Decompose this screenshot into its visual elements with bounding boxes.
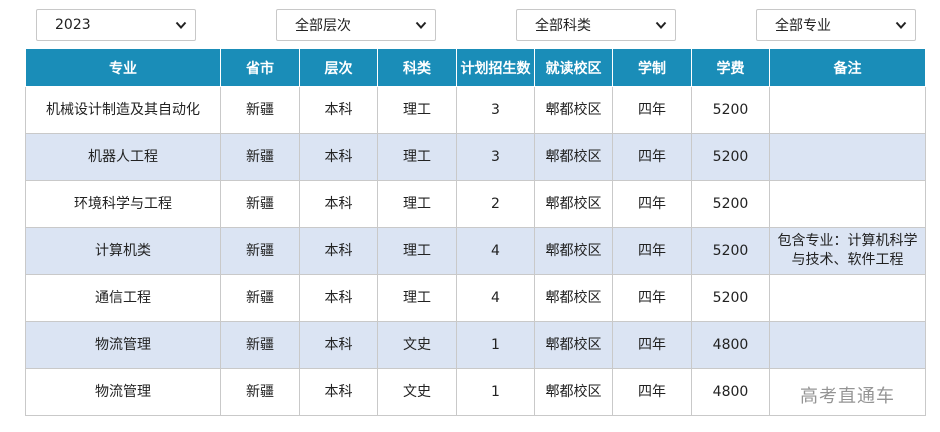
header-province: 省市 — [220, 48, 300, 87]
cell-province: 新疆 — [220, 180, 300, 228]
cell-category: 理工 — [377, 86, 457, 134]
table-header-row: 专业 省市 层次 科类 计划招生数 就读校区 学制 学费 备注 — [25, 48, 926, 87]
cell-category: 文史 — [377, 321, 457, 369]
table-row: 机器人工程 新疆 本科 理工 3 郫都校区 四年 5200 — [25, 133, 926, 181]
cell-campus: 郫都校区 — [534, 274, 613, 322]
cell-notes — [769, 180, 926, 228]
cell-duration: 四年 — [612, 368, 692, 416]
cell-plan-count: 3 — [456, 86, 535, 134]
table-row: 通信工程 新疆 本科 理工 4 郫都校区 四年 5200 — [25, 274, 926, 322]
chevron-down-icon — [175, 21, 187, 29]
cell-campus: 郫都校区 — [534, 180, 613, 228]
cell-category: 文史 — [377, 368, 457, 416]
year-select[interactable]: 2023 — [36, 9, 196, 41]
cell-major: 物流管理 — [25, 368, 221, 416]
chevron-down-icon — [415, 21, 427, 29]
major-select[interactable]: 全部专业 — [756, 9, 916, 41]
watermark: 高考直通车 — [800, 386, 895, 407]
cell-major: 机械设计制造及其自动化 — [25, 86, 221, 134]
cell-campus: 郫都校区 — [534, 227, 613, 275]
cell-level: 本科 — [299, 274, 378, 322]
cell-category: 理工 — [377, 227, 457, 275]
cell-tuition: 5200 — [691, 133, 770, 181]
cell-tuition: 5200 — [691, 274, 770, 322]
cell-duration: 四年 — [612, 86, 692, 134]
cell-tuition: 4800 — [691, 368, 770, 416]
cell-province: 新疆 — [220, 274, 300, 322]
major-select-value: 全部专业 — [775, 18, 831, 34]
cell-duration: 四年 — [612, 133, 692, 181]
header-notes: 备注 — [769, 48, 926, 87]
cell-level: 本科 — [299, 180, 378, 228]
cell-duration: 四年 — [612, 227, 692, 275]
cell-level: 本科 — [299, 133, 378, 181]
year-select-value: 2023 — [55, 17, 91, 33]
cell-plan-count: 3 — [456, 133, 535, 181]
cell-tuition: 4800 — [691, 321, 770, 369]
cell-campus: 郫都校区 — [534, 86, 613, 134]
table-row: 物流管理 新疆 本科 文史 1 郫都校区 四年 4800 — [25, 321, 926, 369]
table-row: 环境科学与工程 新疆 本科 理工 2 郫都校区 四年 5200 — [25, 180, 926, 228]
cell-duration: 四年 — [612, 180, 692, 228]
category-select-value: 全部科类 — [535, 18, 591, 34]
table-row: 计算机类 新疆 本科 理工 4 郫都校区 四年 5200 包含专业：计算机科学与… — [25, 227, 926, 275]
cell-major: 物流管理 — [25, 321, 221, 369]
cell-category: 理工 — [377, 274, 457, 322]
table-row: 机械设计制造及其自动化 新疆 本科 理工 3 郫都校区 四年 5200 — [25, 86, 926, 134]
cell-major: 环境科学与工程 — [25, 180, 221, 228]
cell-province: 新疆 — [220, 227, 300, 275]
cell-duration: 四年 — [612, 321, 692, 369]
cell-province: 新疆 — [220, 133, 300, 181]
cell-level: 本科 — [299, 227, 378, 275]
cell-province: 新疆 — [220, 86, 300, 134]
cell-major: 机器人工程 — [25, 133, 221, 181]
cell-province: 新疆 — [220, 368, 300, 416]
filter-bar: 2023 全部层次 全部科类 全部专业 — [0, 0, 940, 48]
cell-duration: 四年 — [612, 274, 692, 322]
enrollment-plan-table: 专业 省市 层次 科类 计划招生数 就读校区 学制 学费 备注 机械设计制造及其… — [25, 48, 926, 416]
cell-level: 本科 — [299, 321, 378, 369]
header-major: 专业 — [25, 48, 221, 87]
cell-plan-count: 4 — [456, 227, 535, 275]
cell-province: 新疆 — [220, 321, 300, 369]
cell-plan-count: 1 — [456, 368, 535, 416]
header-level: 层次 — [299, 48, 378, 87]
cell-campus: 郫都校区 — [534, 321, 613, 369]
cell-major: 通信工程 — [25, 274, 221, 322]
header-duration: 学制 — [612, 48, 692, 87]
level-select[interactable]: 全部层次 — [276, 9, 436, 41]
cell-notes — [769, 274, 926, 322]
cell-tuition: 5200 — [691, 86, 770, 134]
cell-tuition: 5200 — [691, 227, 770, 275]
header-tuition: 学费 — [691, 48, 770, 87]
cell-campus: 郫都校区 — [534, 368, 613, 416]
cell-notes — [769, 133, 926, 181]
cell-plan-count: 2 — [456, 180, 535, 228]
header-campus: 就读校区 — [534, 48, 613, 87]
cell-category: 理工 — [377, 133, 457, 181]
cell-level: 本科 — [299, 368, 378, 416]
cell-notes: 包含专业：计算机科学与技术、软件工程 — [769, 227, 926, 275]
table-row: 物流管理 新疆 本科 文史 1 郫都校区 四年 4800 — [25, 368, 926, 416]
cell-major: 计算机类 — [25, 227, 221, 275]
cell-level: 本科 — [299, 86, 378, 134]
chevron-down-icon — [895, 21, 907, 29]
cell-notes — [769, 86, 926, 134]
cell-campus: 郫都校区 — [534, 133, 613, 181]
cell-tuition: 5200 — [691, 180, 770, 228]
cell-notes — [769, 321, 926, 369]
chevron-down-icon — [655, 21, 667, 29]
cell-plan-count: 4 — [456, 274, 535, 322]
header-category: 科类 — [377, 48, 457, 87]
cell-category: 理工 — [377, 180, 457, 228]
level-select-value: 全部层次 — [295, 18, 351, 34]
category-select[interactable]: 全部科类 — [516, 9, 676, 41]
cell-plan-count: 1 — [456, 321, 535, 369]
header-plan-count: 计划招生数 — [456, 48, 535, 87]
